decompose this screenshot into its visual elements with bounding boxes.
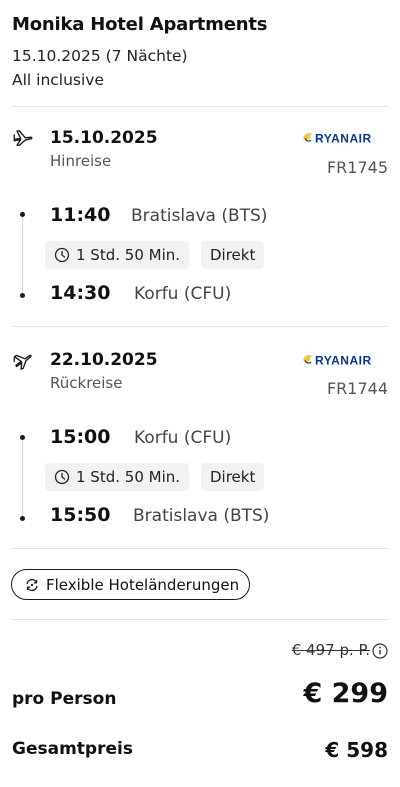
clock-icon [54,469,70,485]
outbound-flight-number: FR1745 [326,158,388,177]
divider [12,326,388,327]
hotel-board-type: All inclusive [12,71,105,89]
flight-stops: Direkt [210,246,256,264]
return-arrival-time: 15:50 [50,504,111,526]
timeline-line [22,436,23,519]
timeline-dot [20,212,25,217]
return-flight-number: FR1744 [326,379,388,398]
outbound-date: 15.10.2025 [50,128,158,148]
old-price: € 497 p. P. [291,641,370,659]
flight-stops-chip: Direkt [201,463,265,491]
plane-departure-icon [13,130,33,147]
divider [12,548,388,549]
clock-icon [54,247,70,263]
flexible-hotel-changes-badge[interactable]: Flexible Hoteländerungen [11,569,251,600]
flight-stops-chip: Direkt [201,241,265,269]
return-date: 22.10.2025 [50,350,158,370]
outbound-departure-airport: Bratislava (BTS) [131,206,268,226]
timeline-dot [20,516,25,521]
ryanair-logo: RYANAIR [303,354,372,368]
flight-duration: 1 Std. 50 Min. [76,246,181,264]
flight-duration-chip: 1 Std. 50 Min. [45,463,190,491]
outbound-direction: Hinreise [50,152,112,170]
divider [12,619,388,620]
flight-duration: 1 Std. 50 Min. [76,468,181,486]
outbound-arrival-airport: Korfu (CFU) [134,284,232,304]
timeline-line [22,213,23,296]
timeline-dot [20,435,25,440]
airline-logo-text: RYANAIR [315,132,372,146]
outbound-arrival-time: 14:30 [50,282,111,304]
flexible-hotel-changes-label: Flexible Hoteländerungen [46,575,240,594]
exchange-icon [26,578,38,591]
timeline-dot [20,293,25,298]
return-direction: Rückreise [50,374,123,392]
airline-logo-text: RYANAIR [315,354,372,368]
per-person-label: pro Person [12,689,117,709]
total-price-label: Gesamtpreis [12,739,133,759]
return-arrival-airport: Bratislava (BTS) [133,506,270,526]
flight-stops: Direkt [210,468,256,486]
hotel-name: Monika Hotel Apartments [12,14,268,35]
total-price: € 598 [325,738,388,762]
plane-arrival-icon [13,354,32,370]
outbound-departure-time: 11:40 [50,204,111,226]
divider [12,106,388,107]
return-departure-time: 15:00 [50,426,111,448]
ryanair-logo: RYANAIR [303,132,372,146]
flight-duration-chip: 1 Std. 50 Min. [45,241,190,269]
info-icon[interactable] [372,643,388,659]
return-departure-airport: Korfu (CFU) [134,428,232,448]
hotel-dates: 15.10.2025 (7 Nächte) [12,47,188,65]
per-person-price: € 299 [303,678,388,709]
